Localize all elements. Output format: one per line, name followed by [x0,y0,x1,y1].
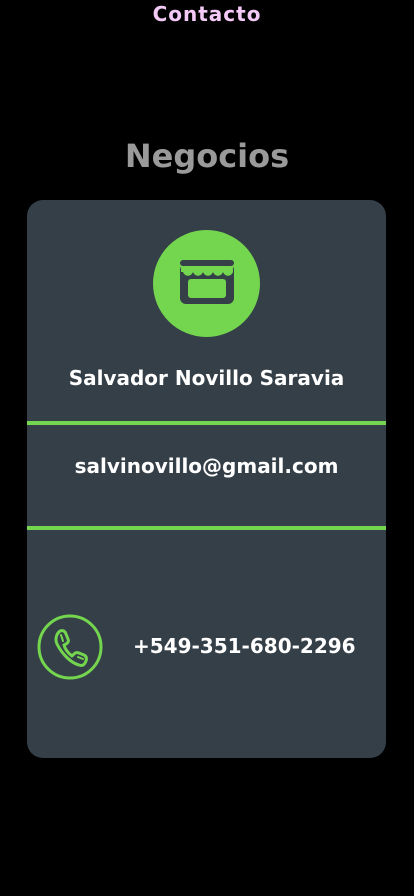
contact-name: Salvador Novillo Saravia [68,366,345,390]
phone-row[interactable]: +549-351-680-2296 [37,614,377,680]
contact-page: Contacto Negocios Salvador Novillo Sarav… [0,0,414,896]
contact-phone[interactable]: +549-351-680-2296 [133,630,356,662]
page-title: Contacto [152,2,262,26]
contact-card: Salvador Novillo Saravia salvinovillo@gm… [27,200,386,758]
store-icon [153,230,260,337]
section-title: Negocios [124,137,290,175]
divider [27,526,386,530]
divider [27,421,386,425]
contact-email[interactable]: salvinovillo@gmail.com [27,450,386,482]
phone-icon[interactable] [37,614,103,680]
